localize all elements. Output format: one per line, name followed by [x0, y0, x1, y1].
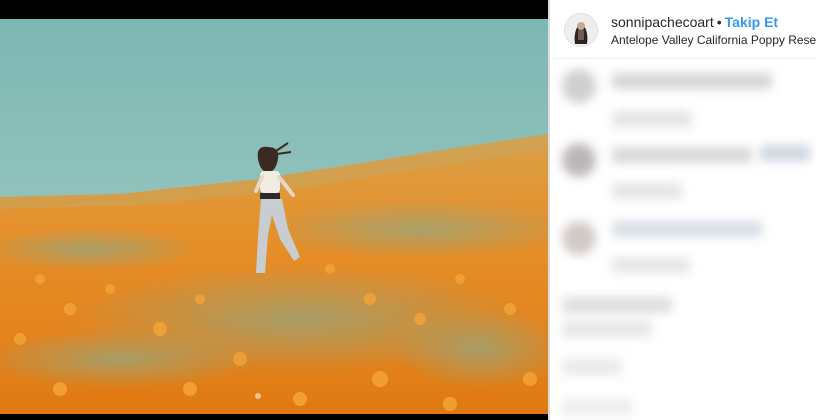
comment-meta — [562, 399, 632, 415]
avatar[interactable] — [564, 13, 598, 47]
comment-meta — [562, 321, 652, 337]
comment-line — [562, 297, 672, 313]
comment-avatar — [562, 221, 596, 255]
avatar-photo-icon — [565, 14, 597, 46]
username-row: sonnipachecoart • Takip Et — [611, 14, 778, 30]
comments-list-blurred — [550, 59, 816, 420]
comment-avatar — [562, 69, 596, 103]
comment-meta — [562, 359, 622, 375]
carousel-dot — [255, 393, 261, 399]
follow-button[interactable]: Takip Et — [725, 14, 778, 30]
separator-dot: • — [716, 14, 722, 30]
comment-avatar — [562, 143, 596, 177]
comment-line — [612, 147, 752, 163]
comment-meta — [612, 111, 692, 127]
comment-meta — [612, 183, 682, 199]
post-header: sonnipachecoart • Takip Et Antelope Valley… — [550, 0, 816, 59]
comment-meta — [612, 257, 690, 273]
post-photo[interactable] — [0, 19, 548, 414]
comment-line — [760, 145, 810, 161]
comment-line — [612, 221, 762, 237]
comment-line — [612, 73, 772, 89]
username-link[interactable]: sonnipachecoart — [611, 14, 714, 30]
location-link[interactable]: Antelope Valley California Poppy Reserve — [611, 33, 816, 47]
post-sidebar: sonnipachecoart • Takip Et Antelope Valley… — [550, 0, 816, 420]
poppy-field-photo — [0, 19, 548, 414]
post-media[interactable] — [0, 0, 548, 420]
